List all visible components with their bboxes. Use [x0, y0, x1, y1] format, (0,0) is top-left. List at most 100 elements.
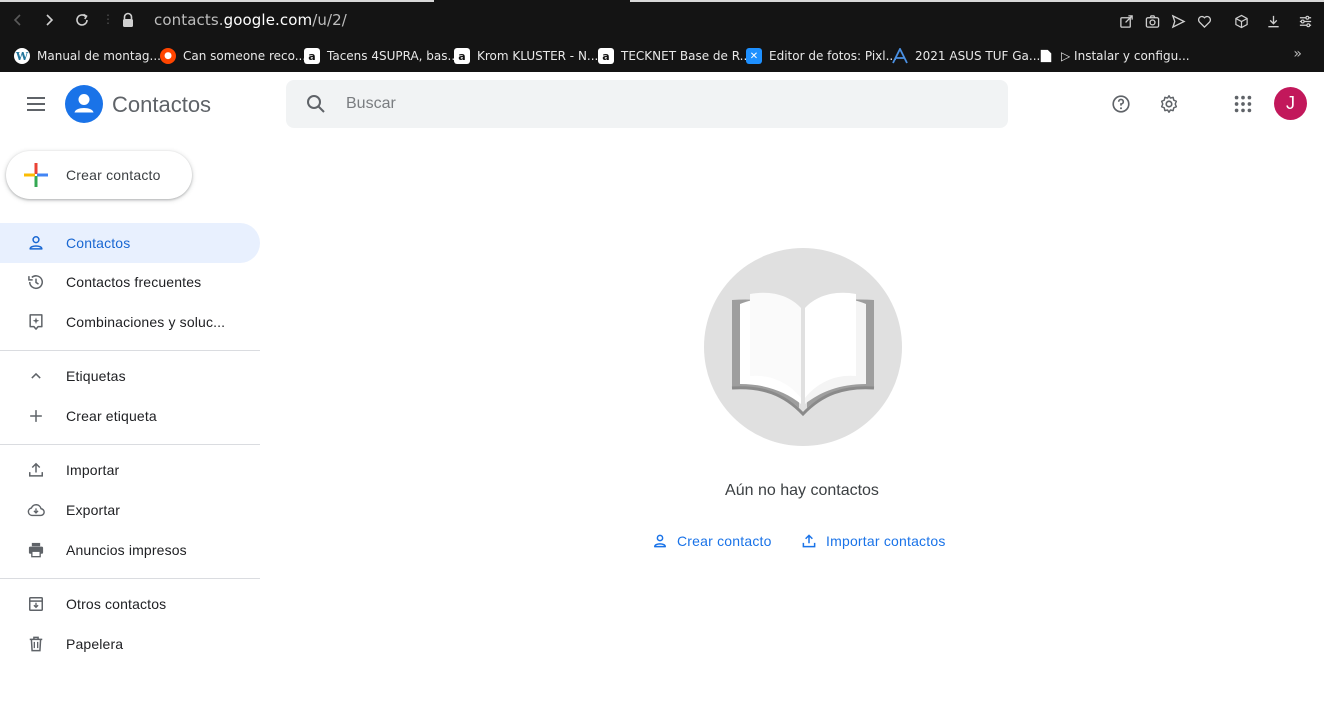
- wordpress-icon: W: [14, 48, 30, 64]
- sidebar-item-create-label[interactable]: Crear etiqueta: [0, 396, 260, 436]
- amazon-icon: a: [454, 48, 470, 64]
- bookmark-label: Krom KLUSTER - N...: [477, 49, 599, 63]
- amazon-icon: a: [598, 48, 614, 64]
- plus-icon: [24, 163, 48, 187]
- open-book-icon: [731, 292, 875, 417]
- search-icon[interactable]: [304, 92, 328, 116]
- upload-icon: [24, 458, 48, 482]
- browser-toolbar: ⋮ contacts.google.com/u/2/: [0, 0, 1324, 40]
- pixlr-icon: ✕: [746, 48, 762, 64]
- chevron-up-icon: [24, 364, 48, 388]
- sidebar-item-frequent[interactable]: Contactos frecuentes: [0, 262, 260, 302]
- bookmark-label: ▷ Instalar y configu...: [1061, 49, 1190, 63]
- trash-icon: [24, 632, 48, 656]
- bookmark-item[interactable]: ▷ Instalar y configu...: [1038, 46, 1190, 66]
- search-input[interactable]: [346, 94, 946, 114]
- import-contacts-link[interactable]: Importar contactos: [800, 530, 946, 552]
- bookmark-label: Tacens 4SUPRA, bas...: [327, 49, 459, 63]
- cube-icon[interactable]: [1232, 12, 1250, 30]
- sidebar-item-print[interactable]: Anuncios impresos: [0, 530, 260, 570]
- url-subdomain: contacts.: [154, 11, 224, 29]
- sidebar-divider: [0, 578, 260, 579]
- create-contact-label: Crear contacto: [66, 167, 161, 183]
- sidebar-item-label: Contactos: [66, 235, 131, 251]
- sidebar-divider: [0, 350, 260, 351]
- url-path: /u/2/: [312, 11, 347, 29]
- import-contacts-link-label: Importar contactos: [826, 533, 946, 549]
- sidebar-divider: [0, 444, 260, 445]
- bookmark-item[interactable]: ✕ Editor de fotos: Pixl...: [746, 46, 897, 66]
- heart-icon[interactable]: [1195, 12, 1213, 30]
- reddit-icon: ●: [160, 48, 176, 64]
- document-icon: [1038, 48, 1054, 64]
- settings-gear-icon[interactable]: [1157, 92, 1181, 116]
- tab-indicator: [0, 0, 434, 2]
- sidebar-item-contacts[interactable]: Contactos: [0, 223, 260, 263]
- sidebar-item-label: Contactos frecuentes: [66, 274, 202, 290]
- sidebar-item-import[interactable]: Importar: [0, 450, 260, 490]
- sidebar-item-export[interactable]: Exportar: [0, 490, 260, 530]
- bookmark-label: 2021 ASUS TUF Ga...: [915, 49, 1041, 63]
- sidebar-item-label: Crear etiqueta: [66, 408, 157, 424]
- bookmark-item[interactable]: a TECKNET Base de R...: [598, 46, 751, 66]
- history-icon: [24, 270, 48, 294]
- empty-state-message: Aún no hay contactos: [725, 482, 879, 499]
- search-bar[interactable]: [286, 80, 1008, 128]
- lock-icon[interactable]: [121, 12, 135, 28]
- plus-icon: [24, 404, 48, 428]
- printer-icon: [24, 538, 48, 562]
- upload-icon: [802, 534, 816, 548]
- sidebar-item-label: Importar: [66, 462, 120, 478]
- sidebar-item-other-contacts[interactable]: Otros contactos: [0, 584, 260, 624]
- app-title[interactable]: Contactos: [112, 92, 211, 118]
- tab-indicator: [630, 0, 1324, 2]
- sidebar-item-label: Exportar: [66, 502, 121, 518]
- sidebar-item-label: Otros contactos: [66, 596, 167, 612]
- account-avatar[interactable]: J: [1274, 87, 1307, 120]
- archive-icon: [24, 592, 48, 616]
- reload-icon[interactable]: [72, 10, 92, 30]
- create-contact-button[interactable]: Crear contacto: [6, 151, 192, 199]
- address-bar[interactable]: contacts.google.com/u/2/: [154, 11, 347, 29]
- bookmark-item[interactable]: 2021 ASUS TUF Ga...: [892, 46, 1040, 66]
- sidebar-item-label: Papelera: [66, 636, 124, 652]
- help-icon[interactable]: [1109, 92, 1133, 116]
- bookmark-label: Editor de fotos: Pixl...: [769, 49, 898, 63]
- bookmark-item[interactable]: a Krom KLUSTER - N...: [454, 46, 598, 66]
- easy-setup-icon[interactable]: [1296, 12, 1314, 30]
- camera-icon[interactable]: [1143, 12, 1161, 30]
- sidebar-item-label: Combinaciones y soluc...: [66, 314, 226, 330]
- person-icon: [654, 534, 666, 548]
- sidebar-item-merge[interactable]: Combinaciones y soluc...: [0, 302, 260, 342]
- contacts-logo-icon[interactable]: [65, 85, 103, 123]
- send-icon[interactable]: [1169, 12, 1187, 30]
- amazon-icon: a: [304, 48, 320, 64]
- bookmarks-bar: W Manual de montag... ● Can someone reco…: [0, 40, 1324, 72]
- asus-icon: [892, 48, 908, 64]
- cloud-download-icon: [24, 498, 48, 522]
- sidebar-item-label: Anuncios impresos: [66, 542, 187, 558]
- bookmark-label: Can someone reco...: [183, 49, 307, 63]
- create-contact-link-label: Crear contacto: [677, 533, 772, 549]
- bookmark-item[interactable]: a Tacens 4SUPRA, bas...: [304, 46, 459, 66]
- create-contact-link[interactable]: Crear contacto: [651, 530, 772, 552]
- apps-grid-icon[interactable]: [1231, 92, 1255, 116]
- forward-icon[interactable]: [39, 10, 59, 30]
- bookmark-label: Manual de montag...: [37, 49, 161, 63]
- merge-icon: [24, 310, 48, 334]
- sidebar-item-label: Etiquetas: [66, 368, 126, 384]
- bookmark-label: TECKNET Base de R...: [621, 49, 752, 63]
- bookmark-item[interactable]: W Manual de montag...: [14, 46, 161, 66]
- back-icon[interactable]: [8, 10, 28, 30]
- sidebar-item-trash[interactable]: Papelera: [0, 624, 260, 664]
- download-icon[interactable]: [1264, 12, 1282, 30]
- more-bookmarks-icon[interactable]: »: [1293, 46, 1302, 62]
- url-separator: ⋮: [102, 12, 114, 26]
- sidebar-item-labels[interactable]: Etiquetas: [0, 356, 260, 396]
- person-icon: [24, 231, 48, 255]
- empty-state-illustration: [704, 248, 902, 446]
- main-menu-icon[interactable]: [24, 92, 48, 116]
- url-domain: google.com: [223, 11, 313, 29]
- share-icon[interactable]: [1117, 12, 1135, 30]
- bookmark-item[interactable]: ● Can someone reco...: [160, 46, 306, 66]
